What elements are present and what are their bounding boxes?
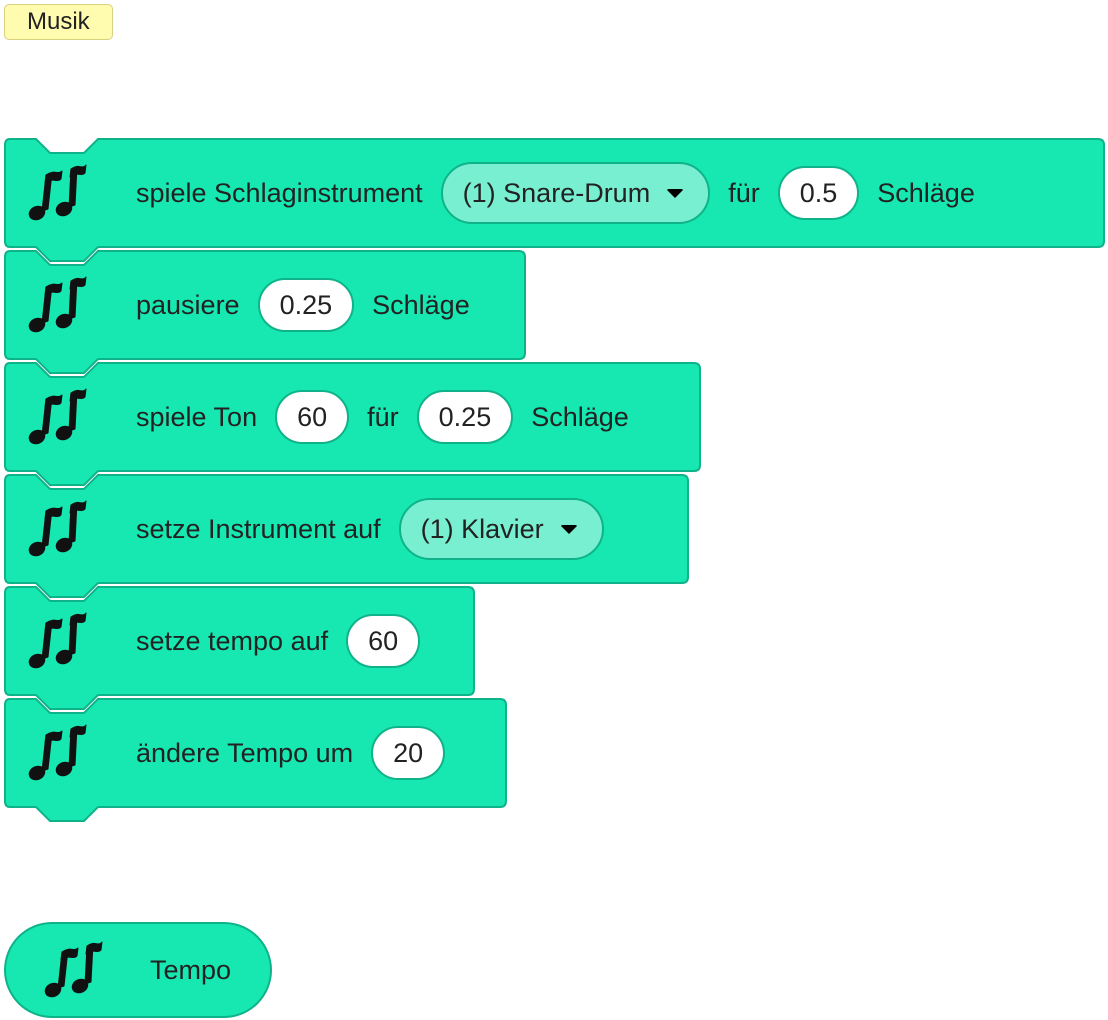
- block-text: für: [728, 177, 760, 208]
- block-text: spiele Schlaginstrument: [136, 177, 423, 208]
- caret-down-icon: [666, 188, 685, 198]
- music-notes-icon: [24, 161, 88, 225]
- block-text: für: [367, 401, 399, 432]
- music-notes-icon: [24, 497, 88, 561]
- block-text: setze tempo auf: [136, 625, 329, 656]
- play-note-block[interactable]: spiele Ton 60 für 0.25 Schläge: [4, 362, 701, 486]
- rest-block[interactable]: pausiere 0.25 Schläge: [4, 250, 526, 374]
- instrument-dropdown[interactable]: (1) Klavier: [398, 498, 604, 560]
- music-notes-icon: [40, 938, 104, 1002]
- block-text: pausiere: [136, 289, 240, 320]
- tempo-change-input[interactable]: 20: [371, 726, 446, 780]
- set-tempo-block[interactable]: setze tempo auf 60: [4, 586, 475, 710]
- reporter-label: Tempo: [150, 954, 232, 985]
- block-text: spiele Ton: [136, 401, 258, 432]
- music-notes-icon: [24, 273, 88, 337]
- block-text: Schläge: [877, 177, 975, 208]
- block-text: ändere Tempo um: [136, 737, 354, 768]
- change-tempo-block[interactable]: ändere Tempo um 20: [4, 698, 507, 822]
- music-notes-icon: [24, 721, 88, 785]
- caret-down-icon: [559, 524, 578, 534]
- set-instrument-block[interactable]: setze Instrument auf (1) Klavier: [4, 474, 689, 598]
- category-label-musik[interactable]: Musik: [4, 4, 113, 40]
- tempo-reporter[interactable]: Tempo: [4, 922, 272, 1018]
- music-notes-icon: [24, 385, 88, 449]
- block-text: Schläge: [372, 289, 470, 320]
- beats-input[interactable]: 0.5: [777, 166, 860, 220]
- beats-input[interactable]: 0.25: [416, 390, 514, 444]
- drum-dropdown[interactable]: (1) Snare-Drum: [440, 162, 711, 224]
- instrument-dropdown-value: (1) Klavier: [420, 513, 544, 544]
- music-notes-icon: [24, 609, 88, 673]
- tempo-input[interactable]: 60: [346, 614, 421, 668]
- drum-dropdown-value: (1) Snare-Drum: [462, 177, 651, 208]
- block-text: Schläge: [531, 401, 629, 432]
- play-drum-block[interactable]: spiele Schlaginstrument (1) Snare-Drum f…: [4, 138, 1105, 262]
- note-input[interactable]: 60: [275, 390, 350, 444]
- beats-input[interactable]: 0.25: [257, 278, 355, 332]
- block-text: setze Instrument auf: [136, 513, 381, 544]
